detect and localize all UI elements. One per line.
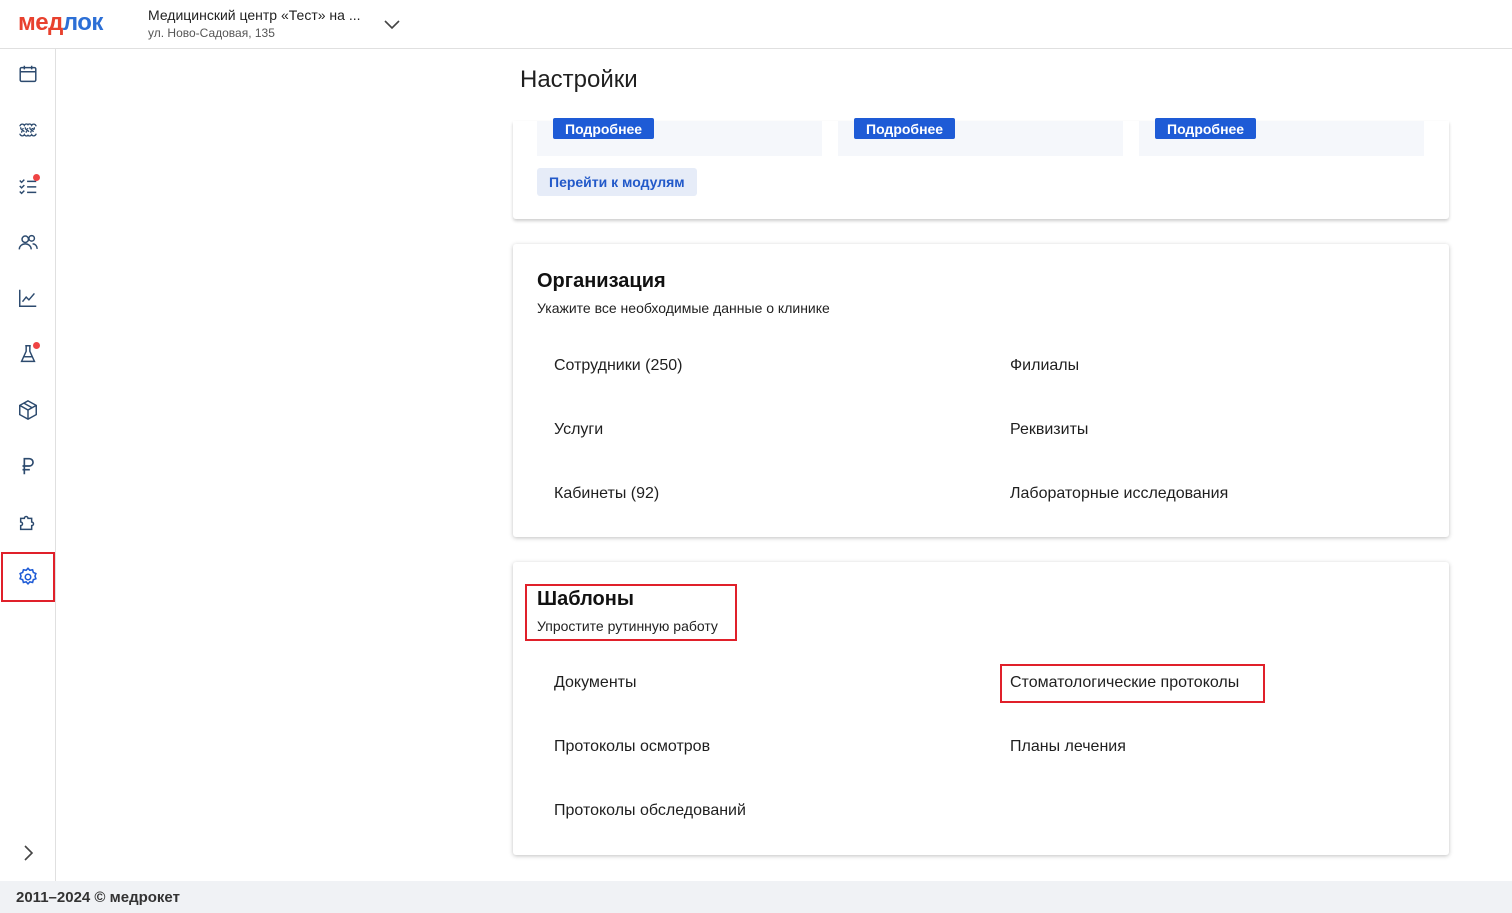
templates-subtitle: Упростите рутинную работу — [537, 618, 718, 634]
more-button[interactable]: Подробнее — [553, 118, 655, 139]
link-branches[interactable]: Филиалы — [1010, 357, 1079, 375]
module-tile: Подробнее — [537, 118, 822, 156]
sidebar-item-dental[interactable] — [0, 105, 55, 155]
goto-modules-button[interactable]: Перейти к модулям — [537, 168, 697, 196]
modules-card: Подробнее Подробнее Подробнее Перейти к … — [513, 118, 1449, 219]
organization-card: Организация Укажите все необходимые данн… — [513, 244, 1449, 537]
footer-copyright: 2011–2024 © медрокет — [16, 889, 180, 906]
link-dental-protocols[interactable]: Стоматологические протоколы — [1010, 674, 1239, 692]
footer: 2011–2024 © медрокет — [0, 881, 1512, 913]
more-button[interactable]: Подробнее — [1155, 118, 1257, 139]
sidebar-item-calendar[interactable] — [0, 49, 55, 99]
page-title: Настройки — [520, 66, 638, 93]
puzzle-icon — [19, 515, 34, 531]
link-requisites[interactable]: Реквизиты — [1010, 421, 1088, 439]
link-cabinets[interactable]: Кабинеты (92) — [554, 485, 659, 503]
sidebar-item-tasks[interactable] — [0, 161, 55, 211]
box-icon — [18, 399, 37, 421]
link-services[interactable]: Услуги — [554, 421, 603, 439]
clinic-address: ул. Ново-Садовая, 135 — [148, 26, 275, 40]
notification-badge — [33, 342, 40, 349]
link-employees[interactable]: Сотрудники (250) — [554, 357, 682, 375]
chevron-down-icon[interactable] — [382, 14, 402, 34]
sidebar-item-warehouse[interactable] — [0, 385, 55, 435]
more-button[interactable]: Подробнее — [854, 118, 956, 139]
notification-badge — [33, 174, 40, 181]
sidebar — [0, 49, 56, 881]
sidebar-item-finance[interactable] — [0, 441, 55, 491]
tooth-icon — [18, 123, 37, 137]
link-survey-protocols[interactable]: Протоколы обследований — [554, 802, 746, 820]
sidebar-item-modules[interactable] — [0, 497, 55, 547]
clinic-selector[interactable]: Медицинский центр «Тест» на ... ул. Ново… — [148, 7, 360, 40]
ruble-icon — [22, 457, 34, 475]
link-lab-research[interactable]: Лабораторные исследования — [1010, 485, 1228, 503]
chevron-right-icon[interactable] — [17, 842, 39, 864]
sidebar-item-patients[interactable] — [0, 217, 55, 267]
module-tile: Подробнее — [838, 118, 1123, 156]
module-tile: Подробнее — [1139, 118, 1424, 156]
link-exam-protocols[interactable]: Протоколы осмотров — [554, 738, 710, 756]
users-icon — [18, 234, 38, 250]
link-documents[interactable]: Документы — [554, 674, 636, 692]
templates-title: Шаблоны — [537, 588, 634, 610]
sidebar-item-settings[interactable] — [1, 552, 55, 602]
templates-card: Шаблоны Упростите рутинную работу Докуме… — [513, 562, 1449, 855]
chart-line-icon — [18, 289, 36, 307]
calendar-icon — [18, 65, 37, 83]
organization-subtitle: Укажите все необходимые данные о клинике — [537, 300, 830, 316]
organization-title: Организация — [537, 270, 666, 292]
clinic-name: Медицинский центр «Тест» на ... — [148, 7, 361, 23]
sidebar-item-analytics[interactable] — [0, 273, 55, 323]
sidebar-item-lab[interactable] — [0, 329, 55, 379]
medlok-logo[interactable]: медлок — [18, 9, 103, 37]
link-treatment-plans[interactable]: Планы лечения — [1010, 738, 1126, 756]
gear-icon — [19, 567, 37, 586]
app-header: медлок Медицинский центр «Тест» на ... у… — [0, 0, 1512, 49]
